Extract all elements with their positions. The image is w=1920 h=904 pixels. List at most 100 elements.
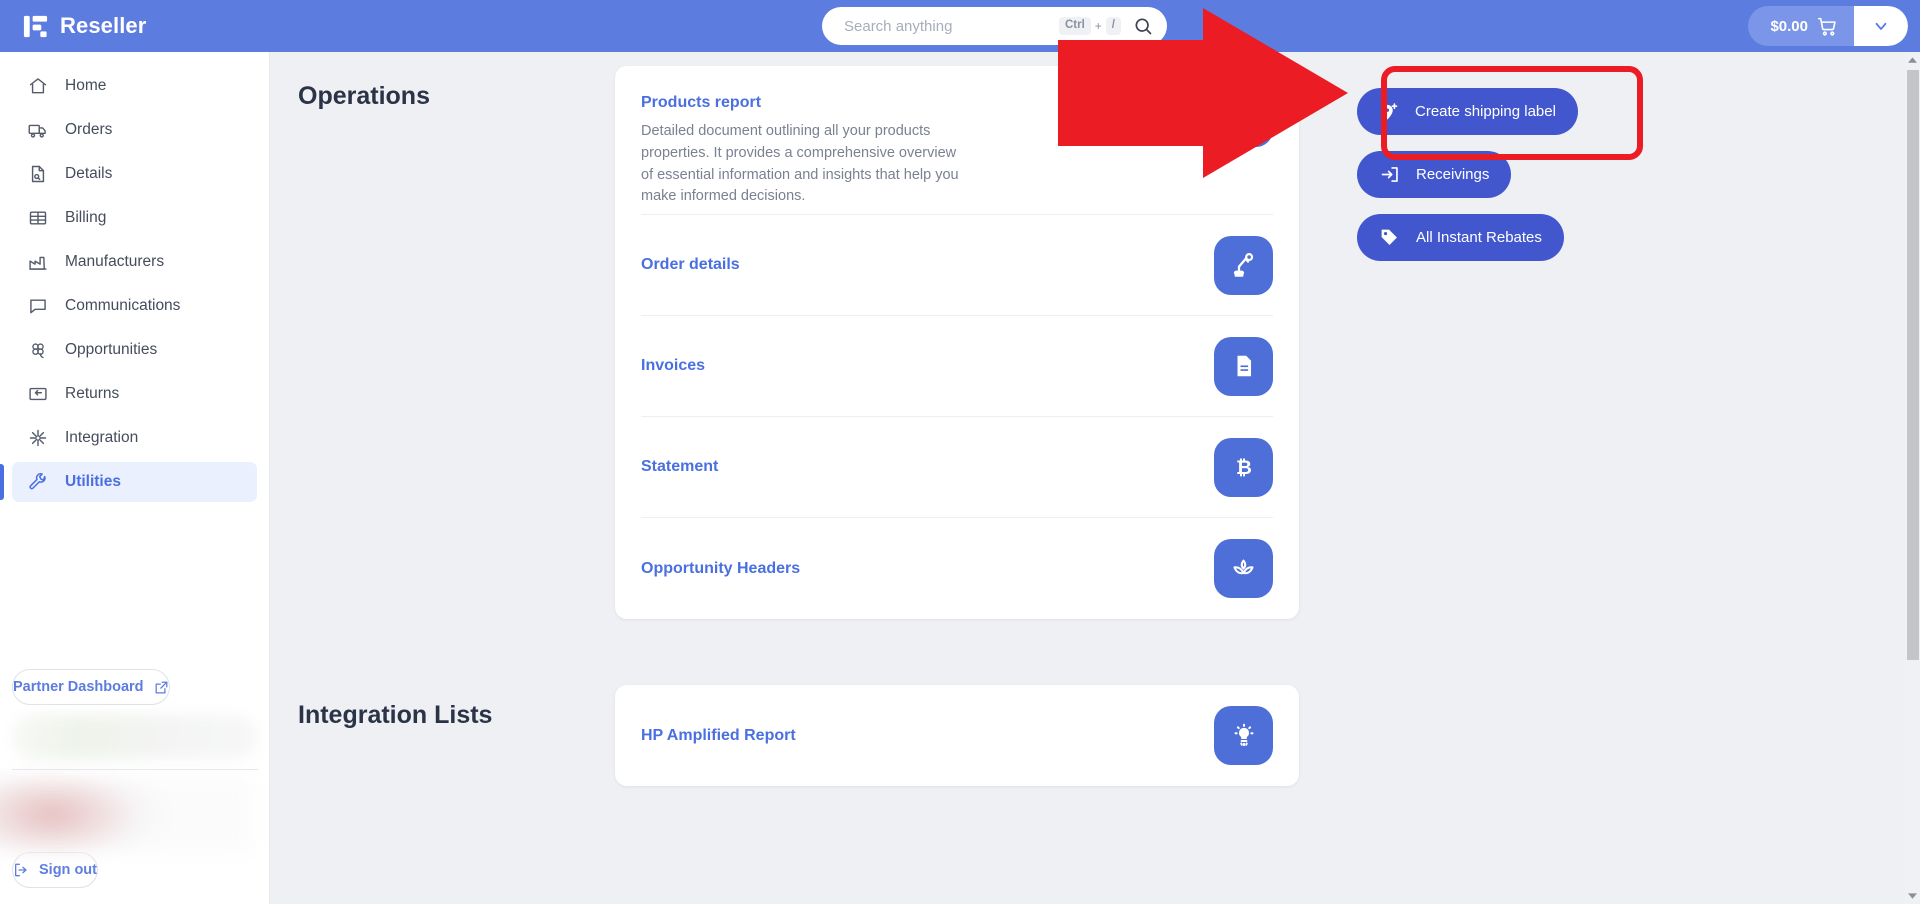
robot-arm-icon — [1233, 252, 1254, 277]
products-report-icon-button[interactable] — [1214, 88, 1273, 147]
table-row[interactable]: Opportunity Headers — [641, 518, 1273, 619]
truck-icon — [28, 124, 46, 138]
operations-card: Products report Detailed document outlin… — [615, 66, 1299, 619]
link-order-details[interactable]: Order details — [641, 256, 740, 274]
cart-control-group: $0.00 — [1748, 6, 1908, 46]
section-title-operations: Operations — [298, 82, 430, 110]
section-operations: Operations Products report Detailed docu… — [270, 52, 1905, 619]
sidebar-label-returns: Returns — [65, 385, 120, 402]
sidebar-item-details[interactable]: Details — [12, 154, 257, 194]
brand-name: Reseller — [60, 13, 147, 38]
sidebar-label-orders: Orders — [65, 121, 113, 138]
redacted-user-profile-block — [0, 778, 252, 852]
shipping-label-plus-icon — [1381, 102, 1398, 119]
sidebar-item-opportunities[interactable]: Opportunities — [12, 330, 257, 370]
brand-logo-group[interactable]: Reseller — [22, 13, 146, 40]
sign-out-icon — [15, 863, 27, 877]
search-input[interactable] — [844, 17, 1059, 35]
lightbulb-icon — [1234, 723, 1253, 746]
create-shipping-label-button[interactable]: Create shipping label — [1357, 88, 1578, 135]
receivings-text: Receivings — [1416, 166, 1490, 183]
sidebar-label-details: Details — [65, 165, 113, 182]
shortcut-ctrl-key: Ctrl — [1058, 17, 1091, 35]
external-link-icon — [155, 681, 167, 693]
clover-icon — [32, 343, 44, 359]
receivings-button[interactable]: Receivings — [1357, 151, 1512, 198]
row-text-group: Statement — [641, 452, 1198, 482]
create-shipping-label-text: Create shipping label — [1415, 103, 1556, 120]
table-row[interactable]: HP Amplified Report — [641, 685, 1273, 786]
tag-icon — [1381, 229, 1397, 245]
search-icon — [1135, 18, 1152, 35]
factory-icon — [29, 256, 47, 270]
sidebar-item-home[interactable]: Home — [12, 66, 257, 106]
partner-dashboard-button[interactable]: Partner Dashboard — [12, 669, 170, 705]
reseller-logo-icon — [23, 15, 48, 37]
sidebar-navigation: Home Orders Details Billing Manufacturer… — [0, 52, 270, 904]
table-row[interactable]: Order details — [641, 215, 1273, 316]
shopping-cart-icon — [1817, 17, 1836, 36]
integration-lists-card: HP Amplified Report — [615, 685, 1299, 786]
row-text-group: Invoices — [641, 351, 1198, 381]
sidebar-footer: Partner Dashboard Sign out — [0, 669, 270, 904]
opportunity-headers-icon-button[interactable] — [1214, 539, 1273, 598]
table-row[interactable]: Invoices — [641, 316, 1273, 417]
scroll-up-button[interactable] — [1905, 52, 1920, 68]
sidebar-label-integration: Integration — [65, 429, 139, 446]
cart-total-button[interactable]: $0.00 — [1748, 6, 1854, 46]
application-window: Reseller Ctrl + / $0.00 — [0, 0, 1920, 904]
sidebar-item-billing[interactable]: Billing — [12, 198, 257, 238]
sidebar-label-utilities: Utilities — [65, 473, 121, 490]
spa-leaf-icon — [1233, 559, 1254, 575]
sign-out-button[interactable]: Sign out — [12, 852, 98, 888]
order-details-icon-button[interactable] — [1214, 235, 1273, 295]
link-invoices[interactable]: Invoices — [641, 357, 705, 375]
sidebar-item-returns[interactable]: Returns — [12, 374, 257, 414]
partner-dashboard-label: Partner Dashboard — [13, 679, 144, 695]
sidebar-label-opportunities: Opportunities — [65, 341, 158, 358]
chevron-down-icon — [1875, 22, 1887, 30]
page-scrollbar[interactable] — [1905, 52, 1920, 904]
main-content-area: Operations Products report Detailed docu… — [270, 52, 1905, 904]
sidebar-item-integration[interactable]: Integration — [12, 418, 257, 458]
table-row[interactable]: Products report Detailed document outlin… — [641, 66, 1273, 215]
link-hp-amplified-report[interactable]: HP Amplified Report — [641, 727, 796, 745]
row-text-group: Order details — [641, 250, 1198, 280]
sidebar-item-manufacturers[interactable]: Manufacturers — [12, 242, 257, 282]
cart-dropdown-button[interactable] — [1854, 6, 1908, 46]
scroll-down-button[interactable] — [1905, 888, 1920, 904]
redacted-content-block-1 — [12, 715, 258, 759]
document-lines-icon — [1237, 355, 1251, 377]
sidebar-label-manufacturers: Manufacturers — [65, 253, 165, 270]
shortcut-plus-sign: + — [1094, 19, 1102, 33]
invoices-icon-button[interactable] — [1214, 336, 1273, 396]
all-instant-rebates-button[interactable]: All Instant Rebates — [1357, 214, 1564, 261]
sidebar-item-communications[interactable]: Communications — [12, 286, 257, 326]
sidebar-label-communications: Communications — [65, 297, 181, 314]
quick-actions-panel: Create shipping label Receivings All Ins… — [1299, 52, 1629, 619]
search-shortcut-hint: Ctrl + / — [1058, 17, 1121, 35]
link-products-report[interactable]: Products report — [641, 94, 761, 112]
home-icon — [29, 78, 47, 94]
row-text-group: Products report Detailed document outlin… — [641, 88, 1198, 214]
products-report-icon — [1236, 106, 1251, 129]
search-submit-button[interactable] — [1133, 16, 1153, 36]
cart-amount: $0.00 — [1770, 17, 1808, 35]
sidebar-item-utilities[interactable]: Utilities — [0, 462, 257, 502]
scrollbar-thumb[interactable] — [1907, 70, 1919, 660]
row-text-group: HP Amplified Report — [641, 721, 1198, 751]
wrench-icon — [29, 473, 46, 490]
row-text-group: Opportunity Headers — [641, 554, 1198, 584]
hp-amplified-report-icon-button[interactable] — [1214, 706, 1273, 765]
table-row[interactable]: Statement ₿ — [641, 417, 1273, 518]
shortcut-slash-key: / — [1105, 17, 1121, 35]
sidebar-label-home: Home — [65, 77, 107, 94]
document-search-icon — [31, 165, 45, 183]
sidebar-divider — [12, 769, 258, 770]
search-bar[interactable]: Ctrl + / — [822, 7, 1167, 45]
statement-icon-button[interactable]: ₿ — [1214, 437, 1273, 497]
sidebar-item-orders[interactable]: Orders — [12, 110, 257, 150]
chat-bubble-icon — [30, 299, 46, 314]
link-statement[interactable]: Statement — [641, 458, 718, 476]
link-opportunity-headers[interactable]: Opportunity Headers — [641, 560, 800, 578]
